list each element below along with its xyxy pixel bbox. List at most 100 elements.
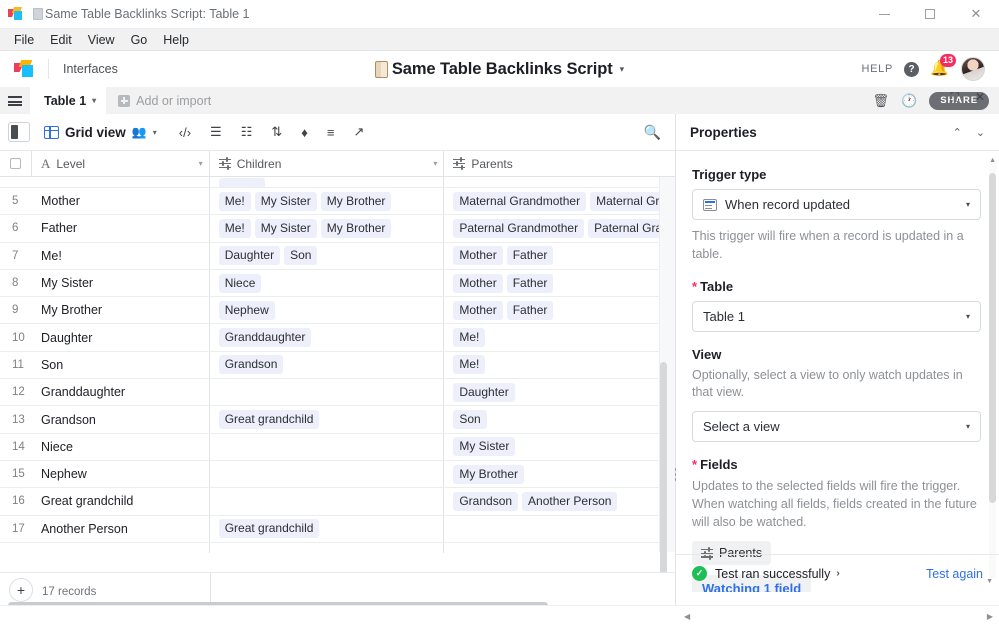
- chevron-down-icon[interactable]: ▾: [620, 64, 625, 75]
- menu-file[interactable]: File: [6, 29, 42, 51]
- menu-help[interactable]: Help: [155, 29, 197, 51]
- table-select[interactable]: Table 1 ▾: [692, 300, 981, 332]
- column-header-parents[interactable]: Parents: [444, 151, 675, 176]
- tab-table-1[interactable]: Table 1 ▾: [30, 87, 107, 114]
- scroll-up-icon[interactable]: ▲: [989, 157, 996, 164]
- table-row[interactable]: 5 Mother Me! My Sister My Brother Maternal Gr…: [0, 188, 675, 216]
- sort-icon[interactable]: ⇅: [271, 124, 282, 140]
- test-again-link[interactable]: Test again: [926, 567, 983, 581]
- table-row[interactable]: 8 My Sister Niece Mother Father: [0, 269, 675, 298]
- scroll-left-icon[interactable]: ◀: [684, 612, 690, 621]
- table-row[interactable]: 11 Son Grandson Me!: [0, 351, 675, 380]
- minimize-button[interactable]: [861, 0, 907, 29]
- interfaces-link[interactable]: Interfaces: [63, 62, 118, 76]
- cell-parents[interactable]: My Brother: [444, 461, 675, 487]
- cell-parents[interactable]: Me!: [444, 324, 675, 350]
- select-all-checkbox[interactable]: [0, 151, 32, 176]
- add-or-import-button[interactable]: Add or import: [106, 87, 223, 114]
- cell-level[interactable]: My Brother: [32, 297, 210, 324]
- share-view-icon[interactable]: ↗: [353, 124, 364, 140]
- cell-children[interactable]: Grandson: [210, 351, 445, 379]
- cell-parents[interactable]: My Sister: [444, 434, 675, 460]
- scrollbar-thumb[interactable]: [989, 173, 996, 503]
- avatar[interactable]: [961, 57, 985, 81]
- cell-level[interactable]: Great grandchild: [32, 488, 210, 515]
- table-row[interactable]: 10 Daughter Granddaughter Me!: [0, 324, 675, 352]
- cell-parents[interactable]: Me!: [444, 352, 675, 378]
- chevron-down-icon[interactable]: ▾: [153, 128, 157, 137]
- chevron-down-icon[interactable]: ⌄: [976, 126, 985, 139]
- search-icon[interactable]: 🔍: [644, 124, 661, 141]
- add-record-button[interactable]: +: [9, 578, 33, 602]
- properties-scrollbar[interactable]: [989, 159, 996, 579]
- cell-children[interactable]: Me! My Sister My Brother: [210, 215, 445, 242]
- menu-view[interactable]: View: [80, 29, 123, 51]
- cell-children[interactable]: Granddaughter: [210, 324, 445, 351]
- cell-parents[interactable]: Mother Father: [444, 243, 675, 269]
- hide-fields-icon[interactable]: ‹/›: [179, 125, 191, 140]
- cell-level[interactable]: Another Person: [32, 515, 210, 542]
- column-header-level[interactable]: A Level ▾: [32, 151, 210, 176]
- menu-go[interactable]: Go: [123, 29, 156, 51]
- chevron-down-icon[interactable]: ▾: [433, 159, 437, 168]
- table-row[interactable]: 9 My Brother Nephew Mother Father: [0, 297, 675, 325]
- column-header-children[interactable]: Children ▾: [210, 151, 445, 176]
- cell-children[interactable]: [210, 379, 445, 406]
- chevron-down-icon[interactable]: ▾: [199, 159, 203, 168]
- cell-parents[interactable]: [444, 516, 675, 542]
- add-row-button[interactable]: +: [0, 542, 675, 553]
- cell-children[interactable]: Nephew: [210, 297, 445, 324]
- table-row[interactable]: 15 Nephew My Brother: [0, 460, 675, 489]
- cell-level[interactable]: Me!: [32, 242, 210, 269]
- close-panel-icon[interactable]: ✕: [975, 90, 985, 105]
- view-select[interactable]: Select a view ▾: [692, 411, 981, 442]
- cell-parents[interactable]: Maternal GrandmotherMaternal Grandfath: [444, 188, 675, 214]
- cell-level[interactable]: Father: [32, 215, 210, 242]
- maximize-button[interactable]: [907, 0, 953, 29]
- view-selector[interactable]: Grid view 👥 ▾: [44, 125, 157, 140]
- cell-children[interactable]: [210, 433, 445, 460]
- page-title[interactable]: Same Table Backlinks Script: [392, 60, 613, 79]
- cell-level[interactable]: Son: [32, 351, 210, 379]
- cell-level[interactable]: Niece: [32, 433, 210, 460]
- cell-children[interactable]: [210, 488, 445, 515]
- table-row[interactable]: 13 Grandson Great grandchild Son: [0, 406, 675, 434]
- expand-panel-icon[interactable]: ⛶: [951, 90, 959, 105]
- cell-children[interactable]: Great grandchild: [210, 406, 445, 433]
- cell-children[interactable]: [210, 460, 445, 488]
- cell-level[interactable]: Grandson: [32, 406, 210, 433]
- chevron-right-icon[interactable]: ›: [836, 568, 839, 579]
- cell-children[interactable]: Daughter Son: [210, 242, 445, 269]
- history-icon[interactable]: 🕐: [901, 93, 917, 109]
- chevron-up-icon[interactable]: ⌃: [953, 126, 962, 139]
- row-height-icon[interactable]: ≡: [327, 125, 335, 140]
- cell-level[interactable]: Granddaughter: [32, 379, 210, 406]
- cell-level[interactable]: My Sister: [32, 269, 210, 297]
- cell-children[interactable]: Me! My Sister My Brother: [210, 188, 445, 215]
- cell-children[interactable]: Great grandchild: [210, 515, 445, 542]
- cell-parents[interactable]: Son: [444, 406, 675, 432]
- help-label[interactable]: HELP: [861, 63, 893, 75]
- sidebar-toggle-icon[interactable]: [0, 87, 30, 114]
- cell-parents[interactable]: Mother Father: [444, 297, 675, 323]
- help-icon[interactable]: ?: [904, 61, 919, 77]
- trash-icon[interactable]: 🗑: [873, 93, 890, 109]
- cell-parents[interactable]: Grandson Another Person: [444, 488, 675, 514]
- trigger-type-select[interactable]: When record updated ▾: [692, 189, 981, 220]
- table-row[interactable]: 12 Granddaughter Daughter: [0, 379, 675, 407]
- scroll-down-icon[interactable]: ▼: [986, 578, 993, 585]
- scroll-right-icon[interactable]: ▶: [987, 612, 993, 621]
- table-row[interactable]: 7 Me! Daughter Son Mother Father: [0, 242, 675, 270]
- view-sidebar-toggle-icon[interactable]: [8, 122, 30, 142]
- cell-level[interactable]: Mother: [32, 188, 210, 215]
- cell-parents[interactable]: Mother Father: [444, 270, 675, 296]
- table-row[interactable]: 6 Father Me! My Sister My Brother Paternal Gr…: [0, 215, 675, 243]
- cell-level[interactable]: Nephew: [32, 460, 210, 488]
- cell-level[interactable]: Daughter: [32, 324, 210, 351]
- filter-icon[interactable]: ☰: [210, 124, 222, 140]
- table-row[interactable]: 14 Niece My Sister: [0, 433, 675, 461]
- chevron-down-icon[interactable]: ▾: [92, 96, 96, 105]
- menu-edit[interactable]: Edit: [42, 29, 80, 51]
- cell-parents[interactable]: Paternal GrandmotherPaternal Grandfathe: [444, 215, 675, 241]
- group-icon[interactable]: ☷: [241, 124, 253, 140]
